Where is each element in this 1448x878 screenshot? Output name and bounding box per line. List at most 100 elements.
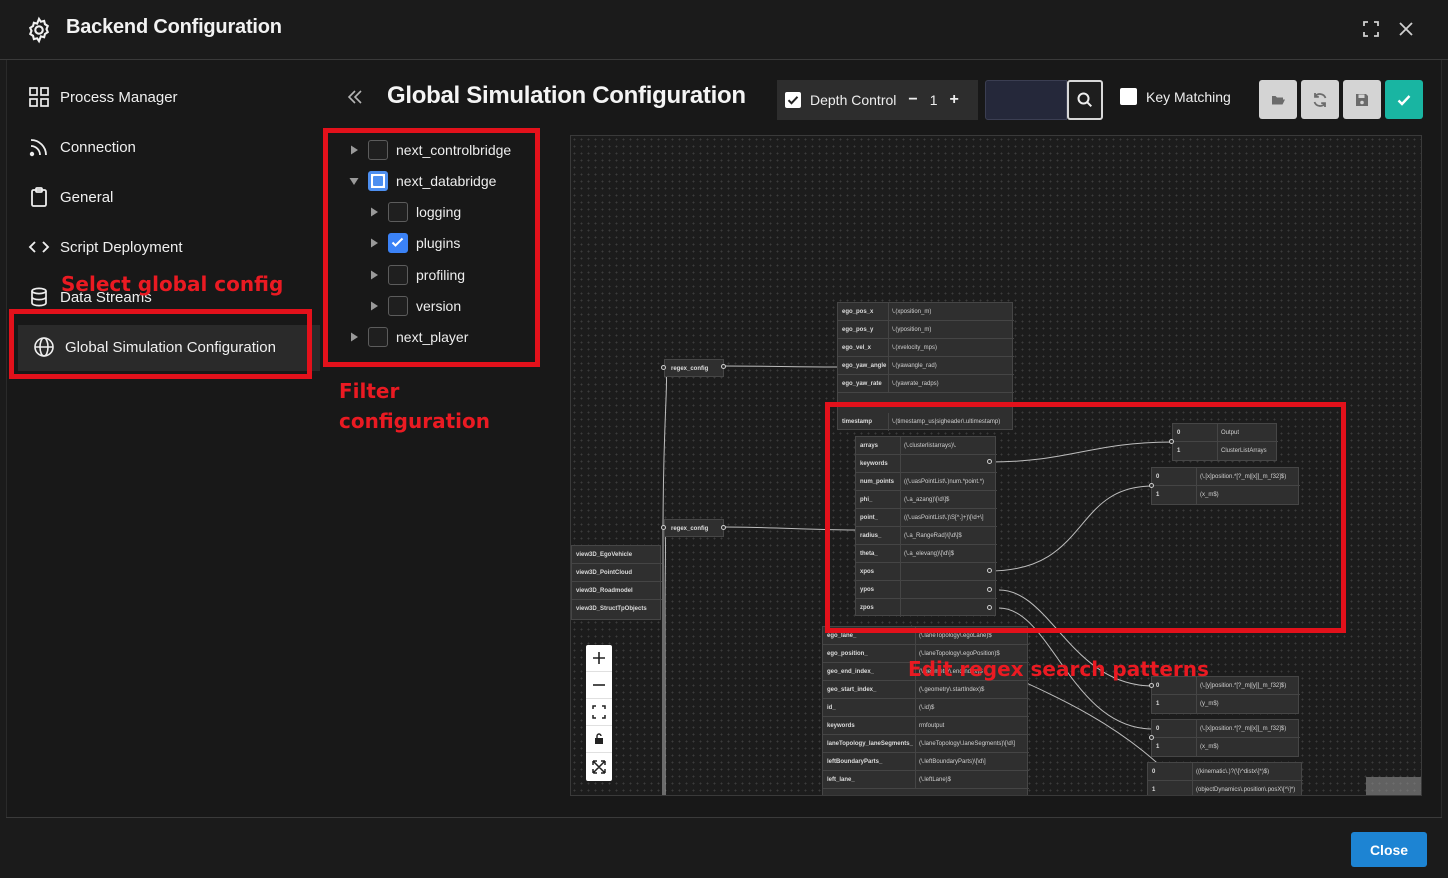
tree-item-logging[interactable]: logging (368, 200, 461, 224)
page-title: Global Simulation Configuration (387, 82, 746, 109)
sidebar-item-script-deployment[interactable]: Script Deployment (28, 227, 183, 267)
tree-item-next-player[interactable]: next_player (348, 325, 468, 349)
search-input[interactable] (985, 80, 1067, 120)
sidebar-item-label: Global Simulation Configuration (65, 338, 276, 356)
tree-checkbox[interactable] (368, 327, 388, 347)
tree-item-label: next_databridge (396, 173, 497, 189)
node-row: 1 (x_m$) (1152, 486, 1300, 504)
caret-right-icon[interactable] (368, 269, 380, 281)
save-button[interactable] (1343, 80, 1381, 119)
node-port[interactable] (987, 587, 992, 592)
y-position-node[interactable]: 0 (\.[y]position.*[?_m|[y]]_m_f32]$) 1 (y_… (1151, 676, 1300, 714)
sidebar-item-global-simulation-configuration[interactable]: Global Simulation Configuration (33, 327, 276, 367)
node-row: 0 Output (1173, 424, 1278, 442)
search-button[interactable] (1067, 80, 1103, 120)
node-graph-canvas[interactable]: regex_config regex_config view3D_EgoVehi… (570, 135, 1422, 796)
sidebar-item-process-manager[interactable]: Process Manager (28, 77, 178, 117)
tree-item-plugins[interactable]: plugins (368, 231, 460, 255)
depth-control-checkbox[interactable] (785, 92, 801, 108)
output-node[interactable]: 0 Output 1 ClusterListArrays (1172, 423, 1278, 461)
node-port[interactable] (1149, 683, 1154, 688)
caret-right-icon[interactable] (368, 237, 380, 249)
check-icon (391, 237, 404, 247)
x-position-node-2[interactable]: 0 (\.[x]position.*[?_m|[x]]_m_f32]$) 1 (x_… (1151, 719, 1300, 757)
sidebar-item-label: Process Manager (60, 88, 178, 106)
sidebar-item-label: Script Deployment (60, 238, 183, 256)
node-row: point_ ((\.uasPointList\.)\S[^.]+)\[\d+\] (856, 509, 997, 527)
caret-right-icon[interactable] (368, 300, 380, 312)
tree-checkbox[interactable] (368, 140, 388, 160)
lock-button[interactable] (586, 726, 612, 753)
node-port[interactable] (661, 365, 666, 370)
close-button[interactable]: Close (1351, 832, 1427, 867)
cluster-list-node[interactable]: arrays (\.clusterlistarrays)\. keywords n… (855, 436, 997, 617)
node-port[interactable] (987, 605, 992, 610)
gear-icon (28, 16, 50, 44)
node-row: xpos (856, 563, 997, 581)
zoom-out-button[interactable] (586, 672, 612, 699)
sidebar-item-label: Connection (60, 138, 136, 156)
tree-checkbox[interactable] (388, 202, 408, 222)
clipboard-icon (31, 187, 47, 207)
node-row: view3D_PointCloud (572, 564, 662, 582)
key-matching-toggle[interactable]: Key Matching (1120, 88, 1231, 105)
x-position-node[interactable]: 0 (\.[x]position.*[?_m|[x]]_m_f32]$) 1 (x_… (1151, 467, 1300, 505)
tree-checkbox[interactable] (388, 233, 408, 253)
tree-checkbox[interactable] (388, 296, 408, 316)
annotation-filter-line1: Filter (339, 379, 400, 403)
fit-view-button[interactable] (586, 699, 612, 726)
node-port[interactable] (987, 459, 992, 464)
tree-checkbox[interactable] (388, 265, 408, 285)
sidebar-item-general[interactable]: General (28, 177, 113, 217)
sidebar-item-label: General (60, 188, 114, 206)
caret-down-icon[interactable] (348, 175, 360, 187)
key-matching-checkbox[interactable] (1120, 88, 1137, 105)
depth-control-label: Depth Control (810, 92, 897, 108)
caret-right-icon[interactable] (348, 144, 360, 156)
caret-right-icon[interactable] (368, 206, 380, 218)
caret-right-icon[interactable] (348, 331, 360, 343)
node-port[interactable] (721, 364, 726, 369)
dialog-title: Backend Configuration (66, 16, 282, 38)
node-port[interactable] (1149, 735, 1154, 740)
dialog-header: Backend Configuration (0, 0, 1448, 60)
view3d-node[interactable]: view3D_EgoVehicle view3D_PointCloud view… (571, 545, 662, 620)
depth-decrement-button[interactable]: − (908, 91, 917, 109)
collapse-chevrons-icon[interactable] (344, 86, 366, 108)
open-folder-button[interactable] (1259, 80, 1297, 119)
node-row: id_ (\.id)$ (823, 699, 1029, 717)
fullscreen-icon[interactable] (1362, 20, 1380, 38)
tree-item-version[interactable]: version (368, 294, 461, 318)
node-port[interactable] (1169, 439, 1174, 444)
regex-config-node[interactable]: regex_config (664, 359, 724, 377)
rss-icon (29, 139, 47, 157)
node-port[interactable] (1149, 483, 1154, 488)
annotation-edit-regex: Edit regex search patterns (908, 657, 1209, 681)
tree-item-profiling[interactable]: profiling (368, 263, 465, 287)
tree-checkbox[interactable] (368, 171, 388, 191)
ego-signals-node[interactable]: ego_pos_x \.(xposition_m) ego_pos_y \.(ypo… (837, 302, 1014, 431)
lane-topology-node[interactable]: ego_lane_ (\.laneTopology\.egoLane)$ ego_… (822, 626, 1029, 795)
kinematic-node[interactable]: 0 ((kinematic\.)?(\[\^distx\]*)$) 1 (objec… (1147, 762, 1303, 795)
reload-button[interactable] (1301, 80, 1339, 119)
tree-item-label: next_player (396, 329, 469, 345)
tree-item-next-databridge[interactable]: next_databridge (348, 169, 496, 193)
close-icon[interactable] (1397, 20, 1415, 38)
expand-button[interactable] (586, 753, 612, 780)
regex-config-node[interactable]: regex_config (664, 519, 724, 537)
zoom-in-button[interactable] (586, 645, 612, 672)
apply-button[interactable] (1385, 80, 1423, 119)
depth-increment-button[interactable]: + (950, 91, 959, 109)
node-row: keywords rmfoutput (823, 717, 1029, 735)
check-icon (1397, 94, 1411, 106)
node-port[interactable] (661, 525, 666, 530)
node-row: view3D_Roadmodel (572, 582, 662, 600)
minimap[interactable] (1366, 777, 1421, 795)
sidebar-item-connection[interactable]: Connection (28, 127, 136, 167)
tree-item-next-controlbridge[interactable]: next_controlbridge (348, 138, 511, 162)
node-port[interactable] (721, 525, 726, 530)
node-row: ego_lane_ (\.laneTopology\.egoLane)$ (823, 627, 1029, 645)
node-port[interactable] (987, 568, 992, 573)
node-row: phi_ (\.a_azang)\[\d\]$ (856, 491, 997, 509)
search-icon (1077, 92, 1093, 108)
